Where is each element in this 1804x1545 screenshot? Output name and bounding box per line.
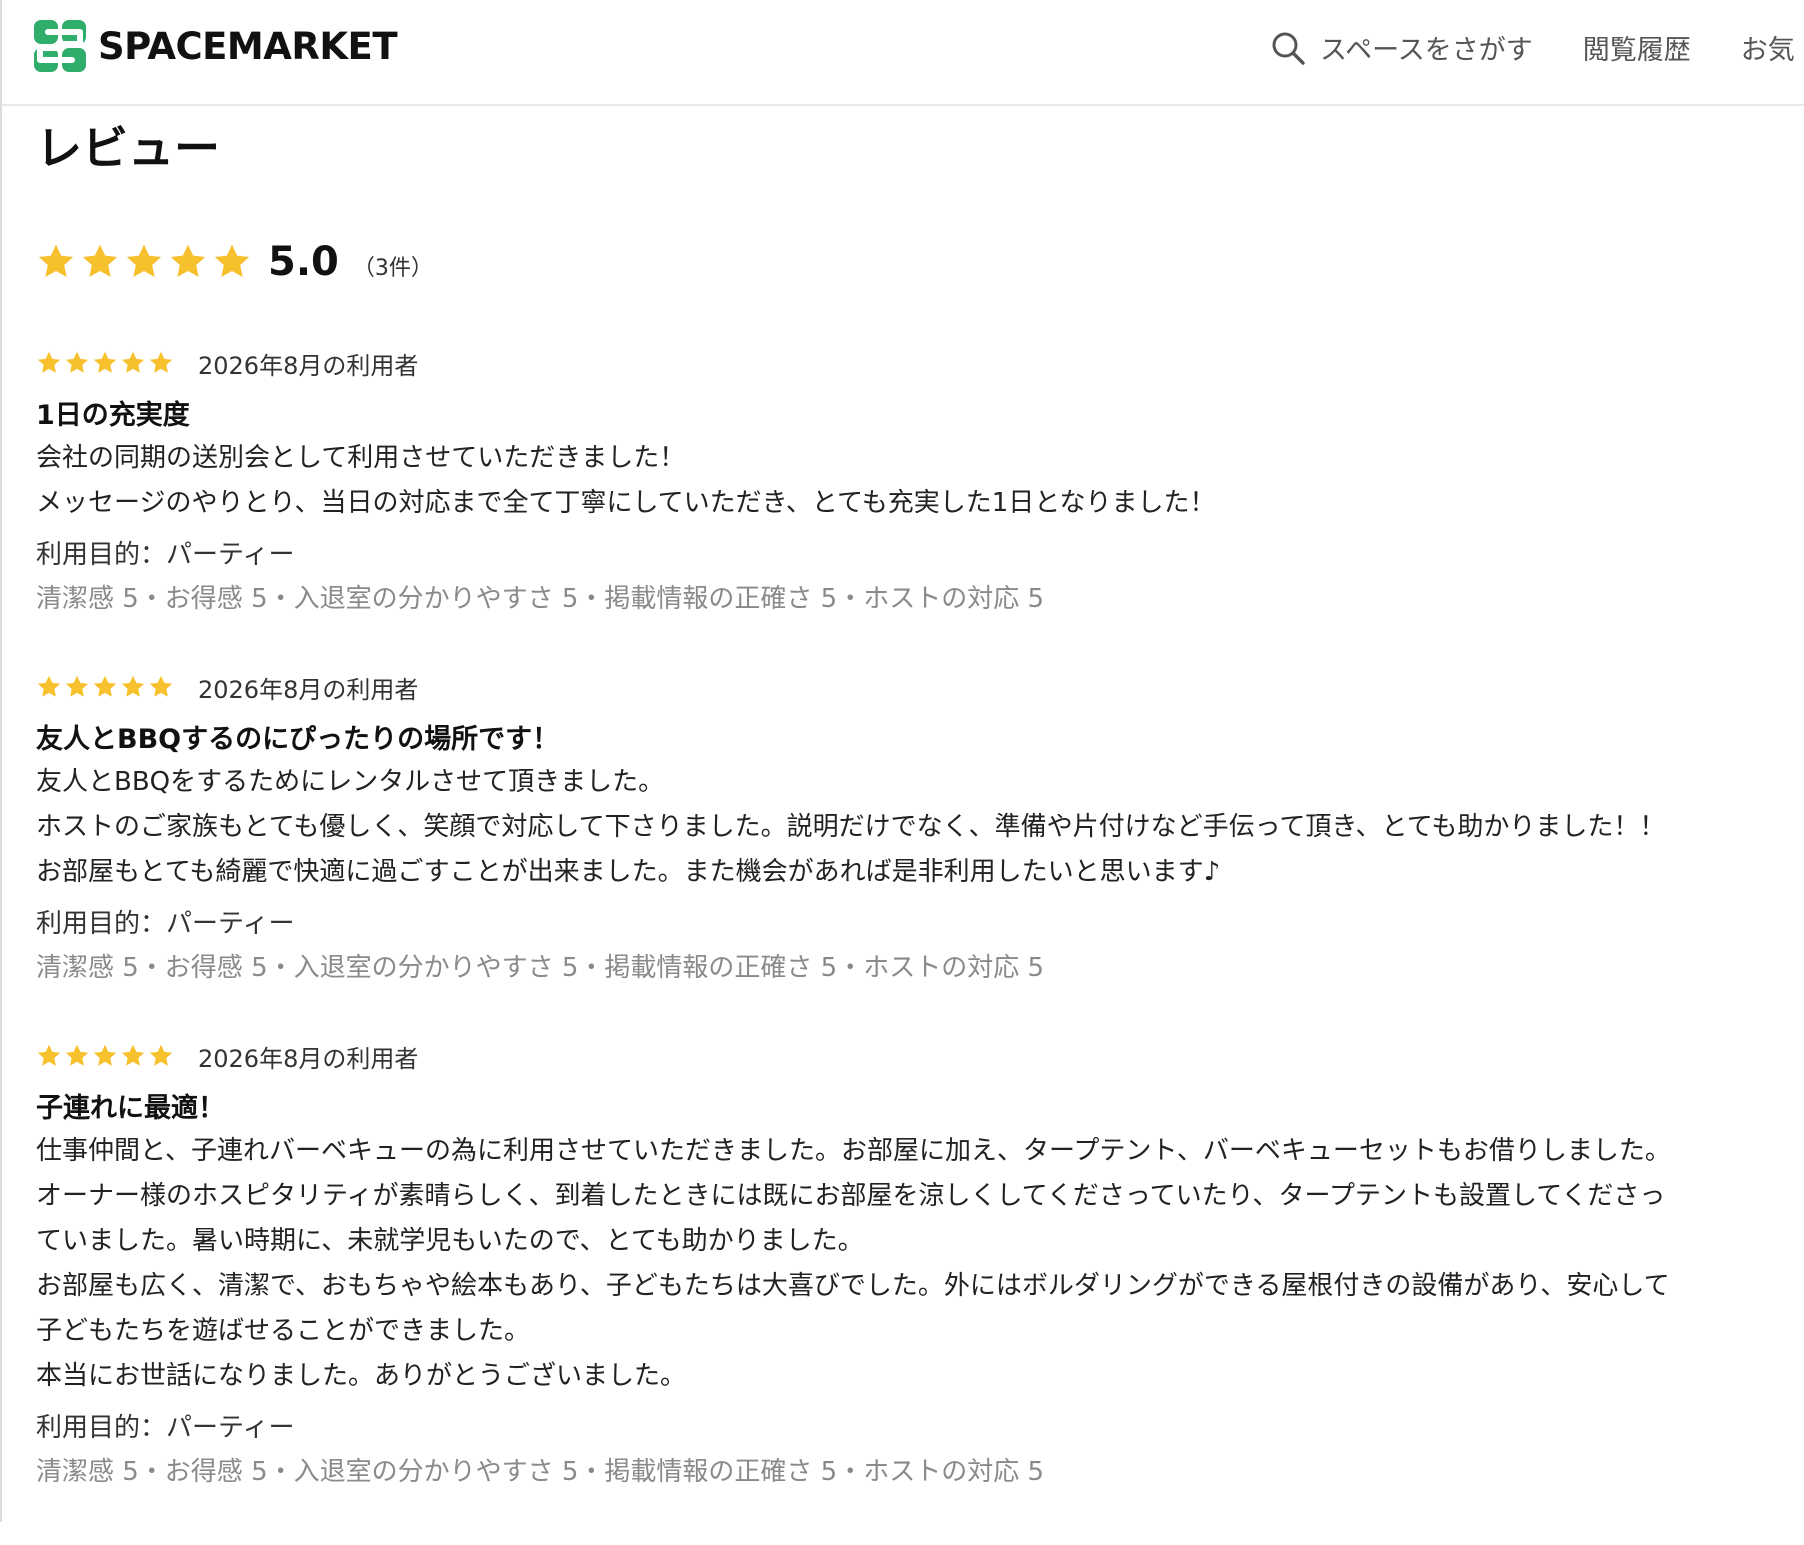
review-meta: 2026年8月の利用者	[36, 348, 1696, 380]
review-purpose: 利用目的：パーティー	[36, 540, 295, 570]
review-ratings: 清潔感 5・お得感 5・入退室の分かりやすさ 5・掲載情報の正確さ 5・ホストの…	[36, 1457, 1045, 1487]
star-icon	[65, 675, 89, 697]
page-title: レビュー	[36, 121, 220, 175]
review-count: （3件）	[352, 256, 433, 281]
star-icon	[121, 351, 145, 373]
star-icon	[93, 351, 117, 373]
star-icon	[93, 1044, 117, 1066]
logo-text: SPACEMARKET	[98, 24, 398, 68]
summary-stars	[36, 242, 252, 282]
review-date: 2026年8月の利用者	[198, 675, 419, 704]
star-icon	[214, 244, 250, 277]
review-ratings: 清潔感 5・お得感 5・入退室の分かりやすさ 5・掲載情報の正確さ 5・ホストの…	[36, 584, 1045, 614]
star-icon	[126, 244, 162, 277]
star-icon	[37, 351, 61, 373]
star-icon	[38, 244, 74, 277]
review-title: 子連れに最適！	[36, 1093, 225, 1124]
review-purpose: 利用目的：パーティー	[36, 1413, 295, 1443]
review-list: 2026年8月の利用者 1日の充実度 会社の同期の送別会として利用させていただき…	[36, 348, 1696, 1495]
star-icon	[121, 675, 145, 697]
review-item: 2026年8月の利用者 子連れに最適！ 仕事仲間と、子連れバーベキューの為に利用…	[36, 1041, 1696, 1495]
review-body: 友人とBBQをするためにレンタルさせて頂きました。 ホストのご家族もとても優しく…	[36, 767, 1666, 887]
review-item: 2026年8月の利用者 1日の充実度 会社の同期の送別会として利用させていただき…	[36, 348, 1696, 622]
favorites-link[interactable]: お気	[1741, 28, 1795, 67]
review-purpose: 利用目的：パーティー	[36, 909, 295, 939]
star-icon	[170, 244, 206, 277]
review-title: 友人とBBQするのにぴったりの場所です！	[36, 724, 560, 755]
review-date: 2026年8月の利用者	[198, 351, 419, 380]
header-nav: スペースをさがす 閲覧履歴 お気	[1270, 28, 1795, 67]
review-title: 1日の充実度	[36, 400, 190, 431]
review-stars	[36, 1043, 174, 1069]
star-icon	[82, 244, 118, 277]
site-header: SPACEMARKET スペースをさがす 閲覧履歴 お気	[2, 0, 1804, 106]
review-item: 2026年8月の利用者 友人とBBQするのにぴったりの場所です！ 友人とBBQを…	[36, 672, 1696, 991]
search-icon	[1272, 32, 1305, 65]
star-icon	[37, 675, 61, 697]
reviews-section: レビュー 5.0 （3件） 2026年8月の利用者 1日の充実度 会社の同期の送…	[36, 110, 1696, 1545]
search-spaces-label: スペースをさがす	[1320, 35, 1533, 66]
star-icon	[149, 351, 173, 373]
star-icon	[65, 1044, 89, 1066]
search-spaces-link[interactable]: スペースをさがす	[1270, 28, 1533, 67]
logo-mark-icon	[34, 20, 86, 72]
review-stars	[36, 674, 174, 700]
spacemarket-logo[interactable]: SPACEMARKET	[34, 20, 398, 72]
star-icon	[37, 1044, 61, 1066]
rating-summary: 5.0 （3件）	[36, 238, 1696, 286]
review-body: 仕事仲間と、子連れバーベキューの為に利用させていただきました。お部屋に加え、ター…	[36, 1136, 1671, 1391]
review-date: 2026年8月の利用者	[198, 1044, 419, 1073]
browsing-history-link[interactable]: 閲覧履歴	[1583, 28, 1691, 67]
star-icon	[149, 675, 173, 697]
star-icon	[149, 1044, 173, 1066]
average-score: 5.0	[268, 239, 339, 285]
review-ratings: 清潔感 5・お得感 5・入退室の分かりやすさ 5・掲載情報の正確さ 5・ホストの…	[36, 953, 1045, 983]
review-meta: 2026年8月の利用者	[36, 1041, 1696, 1073]
star-icon	[93, 675, 117, 697]
star-icon	[121, 1044, 145, 1066]
star-icon	[65, 351, 89, 373]
review-body: 会社の同期の送別会として利用させていただきました！ メッセージのやりとり、当日の…	[36, 443, 1216, 518]
review-meta: 2026年8月の利用者	[36, 672, 1696, 704]
review-stars	[36, 350, 174, 376]
